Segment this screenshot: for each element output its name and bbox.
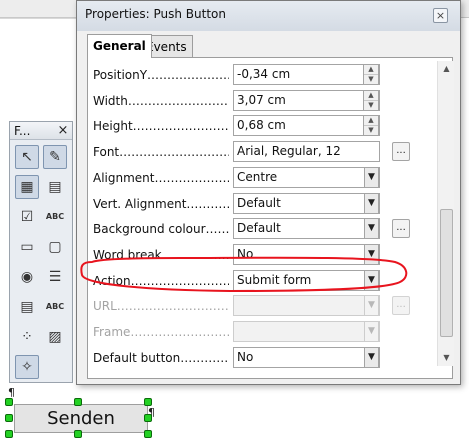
wizards-button[interactable]: ✧: [15, 355, 39, 379]
select-icon: ↖: [21, 149, 33, 165]
chevron-down-icon[interactable]: ▼: [364, 167, 379, 188]
form-design-icon: ▦: [20, 179, 34, 195]
spin-down-icon[interactable]: ▼: [364, 126, 378, 135]
resize-handle-bottom-right[interactable]: [144, 430, 152, 438]
property-label: Word break…………………………: [93, 248, 229, 262]
chevron-down-icon[interactable]: ▼: [364, 218, 379, 239]
property-value-field[interactable]: Default: [233, 193, 380, 214]
design-mode-button[interactable]: ✎: [43, 145, 67, 169]
property-label: Font…………………………………: [93, 145, 229, 159]
chevron-down-icon[interactable]: ▼: [364, 347, 379, 368]
option-button-icon: ◉: [20, 269, 34, 285]
property-value-field[interactable]: Arial, Regular, 12: [233, 141, 380, 162]
spin-up-icon[interactable]: ▲: [364, 65, 378, 75]
form-controls-toolbar: F... × ↖ ✎ ▦ ▤ ☑ ABC ▭ ▢ ◉ ☰ ▤ ABC ⁘ ▨ ✧: [9, 121, 73, 383]
list-box-icon: ☰: [48, 269, 62, 285]
form-navigator-button[interactable]: ▤: [43, 175, 67, 199]
chevron-down-icon: ▼: [364, 321, 379, 342]
property-label: Vert. Alignment……………: [93, 197, 229, 211]
scrollbar-thumb[interactable]: [440, 209, 453, 337]
toolbar-icon-grid: ↖ ✎ ▦ ▤ ☑ ABC ▭ ▢ ◉ ☰ ▤ ABC ⁘ ▨ ✧: [15, 145, 69, 381]
resize-handle-middle-right[interactable]: [144, 414, 152, 422]
ellipsis-button: ...: [392, 296, 410, 315]
property-value-field: [233, 321, 380, 342]
text-box-icon: ▭: [20, 239, 34, 255]
resize-handle-bottom-left[interactable]: [5, 430, 13, 438]
button-button[interactable]: ▢: [43, 235, 67, 259]
formatted-field-icon: ABC: [45, 302, 65, 311]
option-button-button[interactable]: ◉: [15, 265, 39, 289]
properties-list: PositionY…………………………-0,34 cm▲▼Width…………………: [88, 58, 436, 378]
combo-box-button[interactable]: ▤: [15, 295, 39, 319]
resize-handle-bottom-center[interactable]: [74, 430, 82, 438]
checkbox-button[interactable]: ☑: [15, 205, 39, 229]
select-button[interactable]: ↖: [15, 145, 39, 169]
label-button[interactable]: ABC: [43, 205, 67, 229]
property-value-field[interactable]: 3,07 cm: [233, 90, 380, 111]
checkbox-icon: ☑: [20, 209, 34, 225]
dialog-titlebar[interactable]: Properties: Push Button ×: [77, 1, 460, 31]
property-label: Frame……………………………: [93, 325, 229, 339]
image-control-icon: ▨: [48, 329, 62, 345]
form-design-button[interactable]: ▦: [15, 175, 39, 199]
property-label: Alignment…………………………: [93, 171, 229, 185]
chevron-down-icon[interactable]: ▼: [364, 193, 379, 214]
form-navigator-icon: ▤: [48, 179, 62, 195]
property-label: PositionY…………………………: [93, 68, 229, 82]
spin-up-icon[interactable]: ▲: [364, 91, 378, 101]
property-value-field[interactable]: Submit form: [233, 270, 380, 291]
property-label: Background colour……………: [93, 222, 229, 236]
ellipsis-button[interactable]: ...: [392, 142, 410, 161]
chevron-down-icon[interactable]: ▼: [364, 244, 379, 265]
document-page-edge: [0, 18, 80, 19]
label-icon: ABC: [45, 212, 65, 221]
property-value-field[interactable]: Default: [233, 218, 380, 239]
toolbar-close-icon[interactable]: ×: [56, 122, 70, 140]
property-label: URL………………………………: [93, 299, 229, 313]
spin-up-icon[interactable]: ▲: [364, 116, 378, 126]
property-value-field[interactable]: -0,34 cm: [233, 64, 380, 85]
ellipsis-button[interactable]: ...: [392, 219, 410, 238]
property-label: Width……………………………: [93, 94, 229, 108]
spin-button[interactable]: ▲ ▼: [363, 115, 379, 136]
property-value-field[interactable]: Centre: [233, 167, 380, 188]
image-control-button[interactable]: ▨: [43, 325, 67, 349]
property-label: Default button…………………: [93, 351, 229, 365]
text-box-button[interactable]: ▭: [15, 235, 39, 259]
tab-general[interactable]: General: [87, 34, 152, 58]
property-value-field[interactable]: No: [233, 347, 380, 368]
senden-push-button[interactable]: Senden: [14, 404, 148, 433]
formatted-field-button[interactable]: ABC: [43, 295, 67, 319]
close-icon[interactable]: ×: [433, 8, 448, 23]
spin-down-icon[interactable]: ▼: [364, 101, 378, 110]
property-label: Height……………………………: [93, 119, 229, 133]
property-value-field[interactable]: No: [233, 244, 380, 265]
list-box-button[interactable]: ☰: [43, 265, 67, 289]
combo-box-icon: ▤: [20, 299, 34, 315]
chevron-down-icon[interactable]: ▼: [364, 270, 379, 291]
resize-handle-top-right[interactable]: [144, 398, 152, 406]
more-controls-icon: ⁘: [21, 329, 33, 345]
property-value-field[interactable]: 0,68 cm: [233, 115, 380, 136]
chevron-down-icon: ▼: [364, 295, 379, 316]
design-mode-icon: ✎: [49, 149, 61, 165]
vertical-scrollbar[interactable]: ▲ ▼: [437, 61, 454, 366]
scroll-up-icon[interactable]: ▲: [438, 61, 455, 77]
property-value-field: [233, 295, 380, 316]
spin-button[interactable]: ▲ ▼: [363, 90, 379, 111]
resize-handle-middle-left[interactable]: [5, 414, 13, 422]
more-controls-button[interactable]: ⁘: [15, 325, 39, 349]
properties-panel: PositionY…………………………-0,34 cm▲▼Width…………………: [87, 57, 454, 379]
scroll-down-icon[interactable]: ▼: [438, 350, 455, 366]
spin-down-icon[interactable]: ▼: [364, 75, 378, 84]
wizards-icon: ✧: [21, 359, 33, 375]
spin-button[interactable]: ▲ ▼: [363, 64, 379, 85]
property-label: Action……………………………: [93, 274, 229, 288]
properties-dialog: Properties: Push Button × General Events…: [76, 0, 461, 385]
resize-handle-top-center[interactable]: [74, 398, 82, 406]
resize-handle-top-left[interactable]: [5, 398, 13, 406]
button-icon: ▢: [48, 239, 62, 255]
dialog-title: Properties: Push Button: [85, 7, 226, 21]
